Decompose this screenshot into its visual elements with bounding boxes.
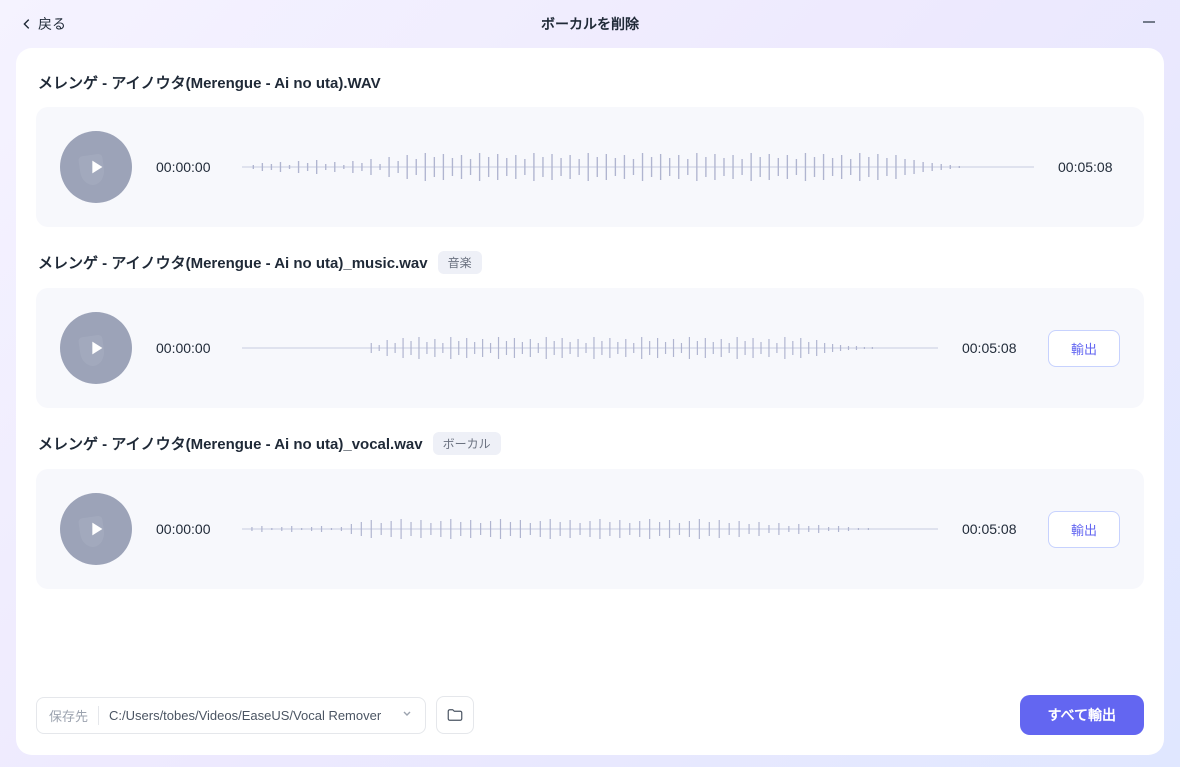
waveform[interactable]: [242, 324, 938, 372]
minimize-icon: [1142, 15, 1156, 29]
back-label: 戻る: [38, 14, 66, 34]
titlebar: 戻る ボーカルを削除: [0, 0, 1180, 48]
waveform[interactable]: [242, 143, 1034, 191]
export-button[interactable]: 輸出: [1048, 330, 1120, 367]
tracks-list: メレンゲ - アイノウタ(Merengue - Ai no uta).WAV 0…: [36, 72, 1144, 679]
save-label: 保存先: [49, 706, 99, 725]
track-tag: 音楽: [438, 251, 482, 274]
track-block: メレンゲ - アイノウタ(Merengue - Ai no uta)_vocal…: [36, 432, 1144, 589]
track-block: メレンゲ - アイノウタ(Merengue - Ai no uta).WAV 0…: [36, 72, 1144, 227]
track-tag: ボーカル: [433, 432, 501, 455]
chevron-left-icon: [20, 17, 34, 31]
track-panel: 00:00:00 00:05:08 輸出: [36, 288, 1144, 408]
back-button[interactable]: 戻る: [20, 14, 66, 34]
open-folder-button[interactable]: [436, 696, 474, 734]
play-button[interactable]: [60, 131, 132, 203]
minimize-button[interactable]: [1138, 11, 1160, 38]
duration: 00:05:08: [962, 340, 1024, 356]
duration: 00:05:08: [1058, 159, 1120, 175]
duration: 00:05:08: [962, 521, 1024, 537]
export-all-button[interactable]: すべて輸出: [1020, 695, 1144, 735]
play-button[interactable]: [60, 493, 132, 565]
footer: 保存先 C:/Users/tobes/Videos/EaseUS/Vocal R…: [36, 695, 1144, 735]
page-title: ボーカルを削除: [541, 14, 639, 34]
content-panel: メレンゲ - アイノウタ(Merengue - Ai no uta).WAV 0…: [16, 48, 1164, 755]
play-icon: [85, 337, 107, 359]
current-time: 00:00:00: [156, 521, 218, 537]
play-button[interactable]: [60, 312, 132, 384]
track-title: メレンゲ - アイノウタ(Merengue - Ai no uta)_vocal…: [38, 433, 423, 454]
waveform[interactable]: [242, 505, 938, 553]
save-path-selector[interactable]: 保存先 C:/Users/tobes/Videos/EaseUS/Vocal R…: [36, 697, 426, 734]
export-button[interactable]: 輸出: [1048, 511, 1120, 548]
chevron-down-icon: [401, 706, 413, 724]
track-block: メレンゲ - アイノウタ(Merengue - Ai no uta)_music…: [36, 251, 1144, 408]
track-title: メレンゲ - アイノウタ(Merengue - Ai no uta).WAV: [38, 72, 381, 93]
track-panel: 00:00:00 00:05:08: [36, 107, 1144, 227]
save-path-value: C:/Users/tobes/Videos/EaseUS/Vocal Remov…: [99, 708, 401, 723]
current-time: 00:00:00: [156, 159, 218, 175]
play-icon: [85, 156, 107, 178]
current-time: 00:00:00: [156, 340, 218, 356]
play-icon: [85, 518, 107, 540]
track-panel: 00:00:00 00:05:08 輸出: [36, 469, 1144, 589]
track-title: メレンゲ - アイノウタ(Merengue - Ai no uta)_music…: [38, 252, 428, 273]
folder-icon: [446, 706, 464, 724]
